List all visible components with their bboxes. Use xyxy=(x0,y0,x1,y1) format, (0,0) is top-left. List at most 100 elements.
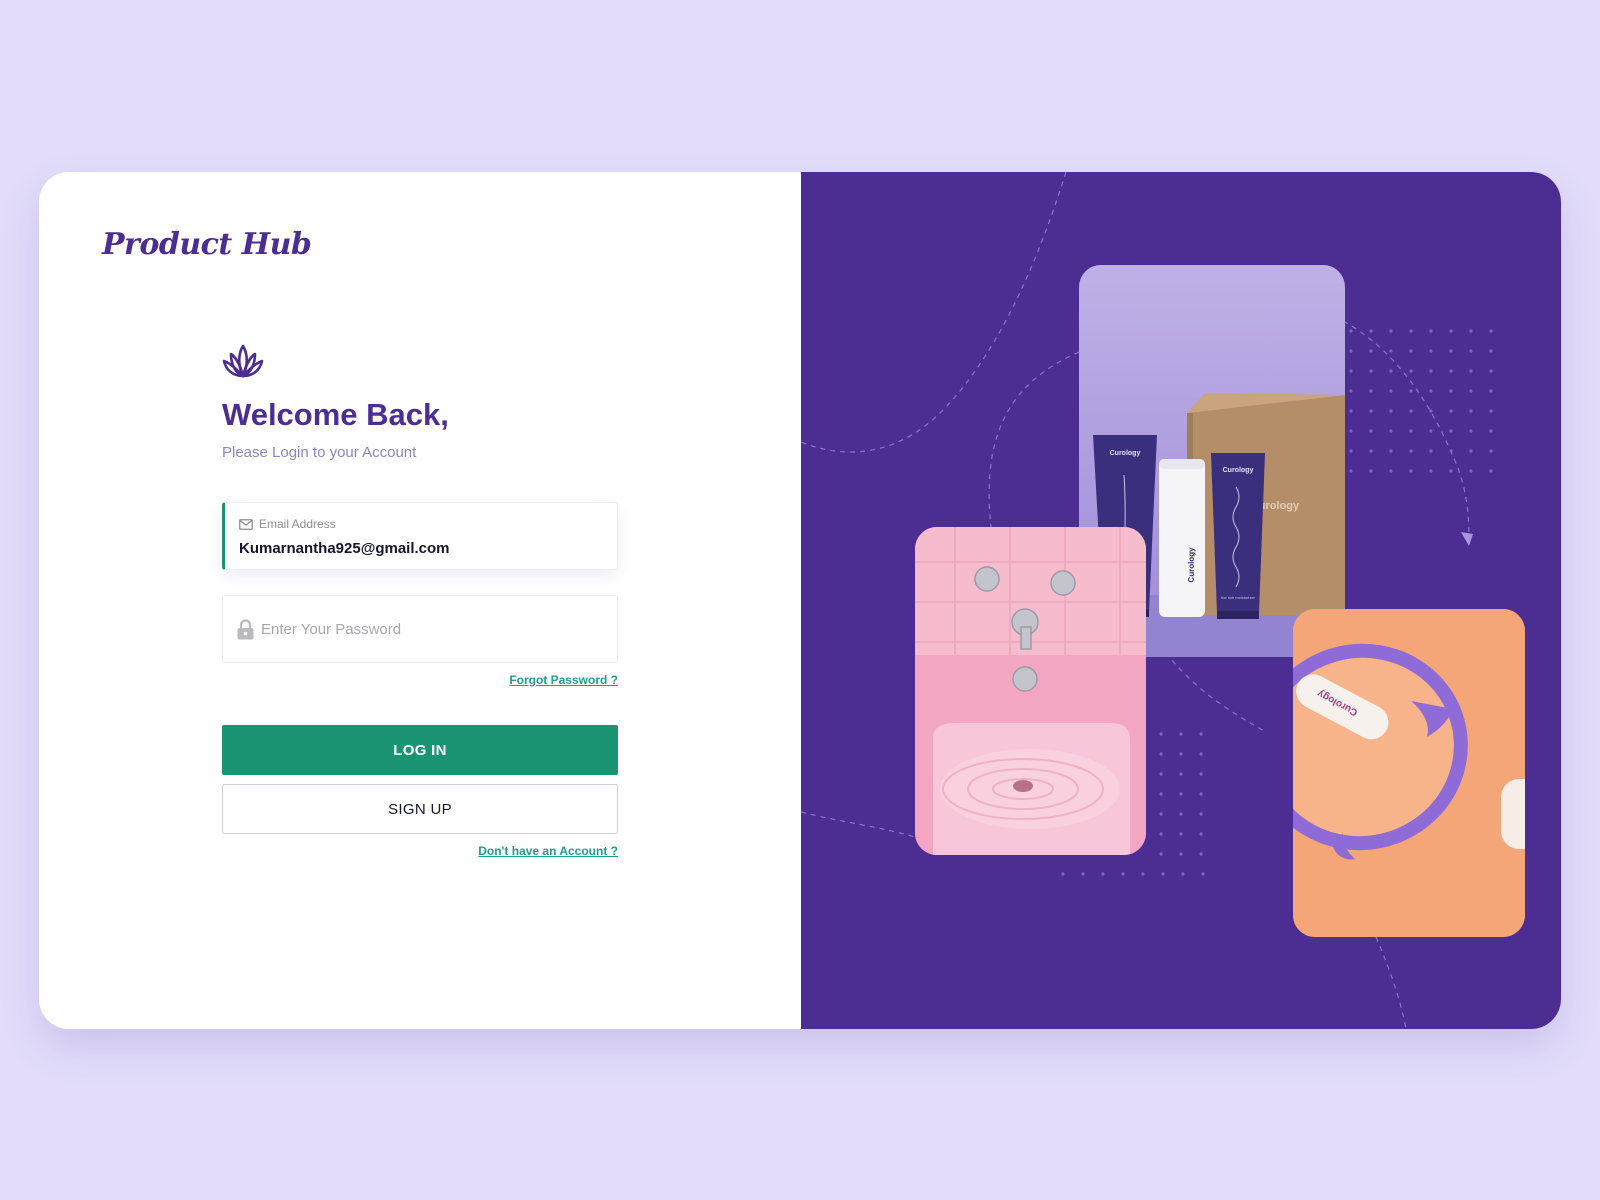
login-card: Product Hub Welcome Back, Please Login t… xyxy=(39,172,1561,1029)
email-field[interactable]: Email Address Kumarnantha925@gmail.com xyxy=(222,502,618,570)
decorative-dot xyxy=(1449,369,1453,373)
decorative-dot xyxy=(1429,369,1433,373)
email-field-label-row: Email Address xyxy=(239,517,336,531)
decorative-dot xyxy=(1389,429,1393,433)
brand-logo: Product Hub xyxy=(102,227,312,262)
decorative-dot xyxy=(1369,469,1373,473)
right-tube-brand: Curology xyxy=(1223,467,1254,474)
decorative-dot xyxy=(1179,772,1183,776)
login-button[interactable]: LOG IN xyxy=(222,725,618,775)
decorative-dot xyxy=(1489,429,1493,433)
decorative-dot xyxy=(1449,409,1453,413)
forgot-password-link[interactable]: Forgot Password ? xyxy=(509,673,618,687)
decorative-dot xyxy=(1369,409,1373,413)
decorative-dot xyxy=(1199,752,1203,756)
decorative-dot xyxy=(1141,872,1145,876)
decorative-dot xyxy=(1199,812,1203,816)
decorative-dot xyxy=(1409,369,1413,373)
decorative-dot xyxy=(1349,329,1353,333)
decorative-dot xyxy=(1159,812,1163,816)
decorative-dot xyxy=(1409,449,1413,453)
login-panel: Product Hub Welcome Back, Please Login t… xyxy=(39,172,801,1029)
signup-button[interactable]: SIGN UP xyxy=(222,784,618,834)
decorative-dot xyxy=(1159,752,1163,756)
decorative-dot xyxy=(1199,792,1203,796)
bath-photo xyxy=(915,527,1146,855)
email-field-value[interactable]: Kumarnantha925@gmail.com xyxy=(239,540,450,557)
decorative-dot xyxy=(1159,832,1163,836)
decorative-dot xyxy=(1369,369,1373,373)
decorative-dot xyxy=(1469,349,1473,353)
decorative-dot xyxy=(1179,752,1183,756)
decorative-dot xyxy=(1159,732,1163,736)
decorative-dot xyxy=(1199,832,1203,836)
decorative-dot xyxy=(1349,449,1353,453)
page-subtitle: Please Login to your Account xyxy=(222,444,417,461)
decorative-dot xyxy=(1409,389,1413,393)
decorative-dot xyxy=(1409,469,1413,473)
decorative-dot xyxy=(1389,349,1393,353)
password-field[interactable] xyxy=(222,595,618,663)
decorative-dot xyxy=(1489,389,1493,393)
decorative-dot xyxy=(1179,832,1183,836)
decorative-dot xyxy=(1369,429,1373,433)
decorative-dot xyxy=(1369,389,1373,393)
decorative-dot xyxy=(1429,469,1433,473)
decorative-dot xyxy=(1489,349,1493,353)
right-tube-name: the rich moisturizer xyxy=(1221,595,1255,600)
decorative-dot xyxy=(1349,349,1353,353)
decorative-dot xyxy=(1489,369,1493,373)
decorative-dot xyxy=(1449,469,1453,473)
decorative-dot xyxy=(1101,872,1105,876)
decorative-dot xyxy=(1179,812,1183,816)
decorative-dot xyxy=(1199,732,1203,736)
decorative-dot xyxy=(1349,429,1353,433)
decorative-dot xyxy=(1489,469,1493,473)
decorative-dot xyxy=(1179,732,1183,736)
left-tube-brand: Curology xyxy=(1110,450,1141,457)
password-input[interactable] xyxy=(261,596,601,662)
decorative-dot xyxy=(1469,429,1473,433)
decorative-dot xyxy=(1429,429,1433,433)
decorative-dot xyxy=(1469,449,1473,453)
decorative-dot xyxy=(1389,389,1393,393)
decorative-dot xyxy=(1389,409,1393,413)
decorative-dot xyxy=(1161,872,1165,876)
decorative-dot xyxy=(1449,389,1453,393)
decorative-dot xyxy=(1179,852,1183,856)
decorative-dot xyxy=(1369,329,1373,333)
bottle-brand: Curology xyxy=(1187,547,1196,583)
decorative-dot xyxy=(1181,872,1185,876)
decorative-dot xyxy=(1369,449,1373,453)
decorative-dot xyxy=(1429,389,1433,393)
decorative-dot xyxy=(1489,329,1493,333)
decorative-dot xyxy=(1409,429,1413,433)
decorative-dot xyxy=(1409,329,1413,333)
decorative-dot xyxy=(1429,409,1433,413)
decorative-dot xyxy=(1409,409,1413,413)
decorative-dot xyxy=(1489,409,1493,413)
decorative-dot xyxy=(1449,329,1453,333)
decorative-dot xyxy=(1121,872,1125,876)
page-title: Welcome Back, xyxy=(222,397,449,432)
hero-panel: Curology Curology the cleanser Curology … xyxy=(801,172,1561,1029)
decorative-dot xyxy=(1159,852,1163,856)
decorative-dot xyxy=(1159,772,1163,776)
mirror-photo: Curology xyxy=(1293,609,1525,937)
decorative-dot xyxy=(1469,409,1473,413)
decorative-dot xyxy=(1449,429,1453,433)
decorative-dot xyxy=(1199,852,1203,856)
decorative-dot xyxy=(1179,792,1183,796)
lotus-icon xyxy=(222,344,264,378)
decorative-dot xyxy=(1349,389,1353,393)
decorative-dot xyxy=(1429,349,1433,353)
decorative-dot xyxy=(1389,329,1393,333)
decorative-dot xyxy=(1081,872,1085,876)
email-field-label: Email Address xyxy=(259,517,336,531)
decorative-dot xyxy=(1201,872,1205,876)
decorative-dot xyxy=(1159,792,1163,796)
decorative-dot xyxy=(1469,369,1473,373)
decorative-dot xyxy=(1469,469,1473,473)
decorative-dot xyxy=(1389,469,1393,473)
no-account-link[interactable]: Don't have an Account ? xyxy=(478,844,618,858)
